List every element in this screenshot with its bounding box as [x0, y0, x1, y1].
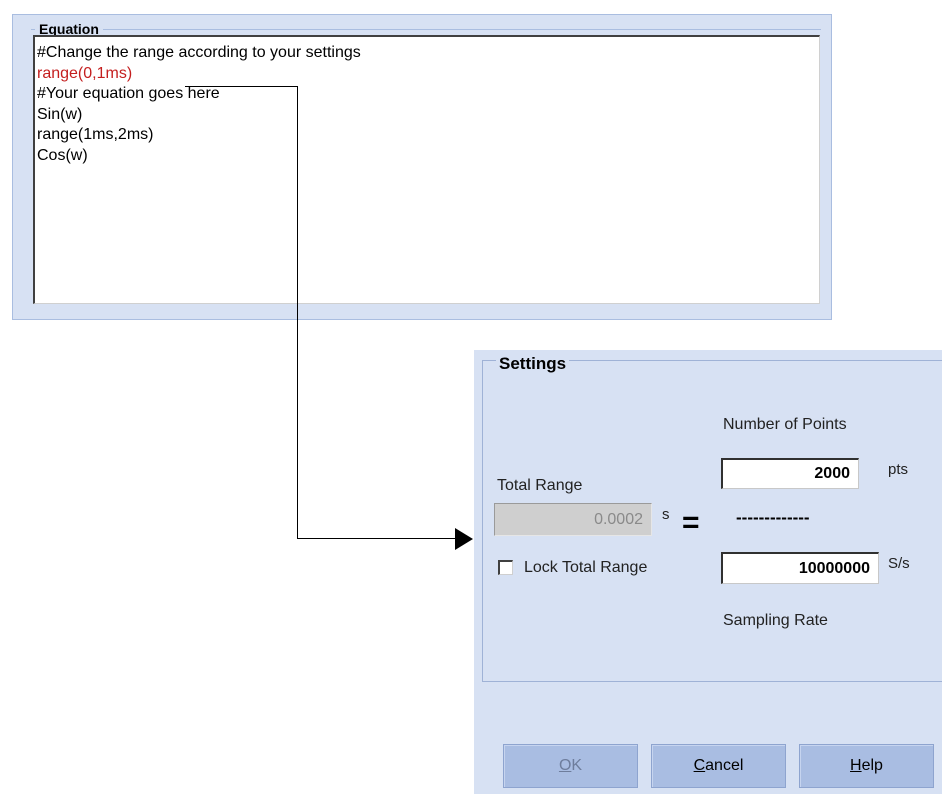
sampling-rate-input[interactable]: 10000000 — [721, 552, 879, 584]
ok-button-mnemonic: O — [558, 757, 572, 774]
help-button[interactable]: Help — [799, 744, 934, 788]
cancel-button-mnemonic: C — [693, 757, 706, 774]
ok-button-label: K — [571, 757, 583, 774]
fraction-divider: ------------- — [736, 508, 810, 527]
settings-title: Settings — [496, 354, 570, 374]
help-button-label: elp — [861, 757, 883, 774]
connector-line-top — [185, 86, 298, 87]
equation-line: #Change the range according to your sett… — [37, 44, 361, 61]
lock-total-range-checkbox[interactable] — [498, 560, 513, 575]
connector-line-vertical — [297, 86, 298, 539]
cancel-button[interactable]: Cancel — [651, 744, 786, 788]
equation-line-highlighted: range(0,1ms) — [37, 64, 133, 82]
arrow-right-icon — [455, 528, 473, 550]
number-of-points-label: Number of Points — [723, 416, 847, 433]
equation-line: Cos(w) — [37, 146, 88, 164]
equation-line: Sin(w) — [37, 105, 83, 123]
points-unit: pts — [888, 461, 909, 478]
total-range-input[interactable]: 0.0002 — [494, 503, 652, 536]
points-input[interactable]: 2000 — [721, 458, 859, 489]
ok-button[interactable]: OK — [503, 744, 638, 788]
lock-total-range-label: Lock Total Range — [524, 559, 648, 576]
cancel-button-label: ancel — [705, 757, 744, 774]
sampling-rate-unit: S/s — [888, 555, 910, 572]
settings-dialog: Settings Number of Points 2000 pts Total… — [474, 350, 942, 794]
equation-editor[interactable]: #Change the range according to your sett… — [33, 35, 820, 304]
connector-line-bottom — [297, 538, 457, 539]
equation-line: #Your equation goes here — [37, 85, 220, 102]
total-range-unit: s — [662, 506, 670, 523]
equation-group-border — [31, 29, 821, 30]
total-range-label: Total Range — [497, 477, 583, 494]
sampling-rate-label: Sampling Rate — [723, 612, 828, 629]
help-button-mnemonic: H — [850, 757, 862, 774]
equation-line: range(1ms,2ms) — [37, 126, 154, 143]
equals-sign: = — [682, 506, 700, 539]
